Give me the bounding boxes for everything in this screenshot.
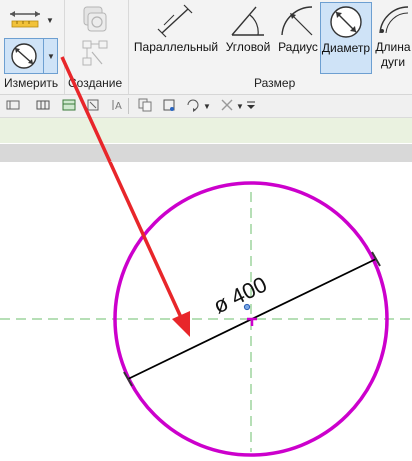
arc-length-dimension-icon — [379, 6, 409, 34]
measure-split-divider — [43, 39, 44, 73]
chevron-down-icon: ▼ — [46, 16, 54, 25]
create-panel-label: Создание — [68, 76, 123, 90]
arc-length-label-line2: дуги — [380, 55, 406, 69]
toolbar-divider — [128, 98, 129, 114]
align-icon[interactable] — [6, 98, 20, 112]
create-component-button[interactable] — [80, 38, 114, 72]
text-icon[interactable]: A — [110, 98, 124, 112]
tag-icon[interactable] — [86, 98, 100, 112]
table-icon[interactable] — [62, 98, 76, 112]
radial-dimension-button[interactable]: Радиус — [276, 0, 320, 74]
create-similar-button[interactable] — [78, 4, 112, 34]
chevron-down-icon[interactable]: ▼ — [47, 52, 55, 61]
diameter-dimension-label: Диаметр — [321, 41, 371, 55]
options-bar — [0, 118, 412, 143]
quick-toolbar: A ▼ ▼ — [0, 95, 412, 118]
arc-length-label-line1: Длина — [375, 40, 411, 54]
chevron-down-icon[interactable]: ▼ — [203, 102, 211, 111]
view-tab-strip — [0, 144, 412, 162]
dimension-panel-label: Размер — [254, 76, 296, 90]
angular-dimension-icon — [231, 6, 264, 36]
diameter-dimension-icon — [330, 6, 362, 38]
aligned-dimension-icon — [157, 4, 193, 38]
aligned-dimension-label: Параллельный — [133, 40, 219, 54]
diameter-dimension-button[interactable]: Диаметр — [320, 2, 372, 74]
aligned-dimension-button[interactable]: Параллельный — [132, 0, 220, 74]
measure-circle-icon — [11, 43, 37, 69]
arc-length-dimension-button[interactable]: Длина дуги — [374, 0, 412, 74]
ribbon: ▼ ▼ Измерить Создание Параллельный Углов… — [0, 0, 412, 95]
angular-dimension-button[interactable]: Угловой — [222, 0, 274, 74]
measure-circle-button[interactable]: ▼ — [4, 38, 58, 74]
radial-dimension-icon — [281, 6, 313, 36]
rotate-icon[interactable] — [186, 98, 200, 112]
measure-panel-label: Измерить — [4, 76, 59, 90]
annotation-arrow-line — [108, 162, 186, 325]
panel-divider — [64, 0, 65, 94]
center-mark-icon — [247, 317, 257, 326]
delete-icon[interactable] — [220, 98, 234, 112]
radial-dimension-label: Радиус — [278, 40, 318, 54]
customize-toolbar-icon[interactable] — [244, 98, 258, 112]
chevron-down-icon[interactable]: ▼ — [236, 102, 244, 111]
drawing-canvas[interactable]: ø 400 — [0, 162, 412, 461]
measure-ruler-icon — [10, 11, 40, 28]
create-similar-icon — [83, 6, 107, 32]
panel-divider — [128, 0, 129, 94]
diameter-dimension-text[interactable]: ø 400 — [209, 272, 271, 319]
paste-icon[interactable] — [162, 98, 176, 112]
create-component-icon — [82, 40, 108, 66]
grid-icon[interactable] — [36, 98, 50, 112]
measure-between-button[interactable]: ▼ — [6, 6, 54, 32]
angular-dimension-label: Угловой — [225, 40, 271, 54]
svg-text:A: A — [115, 101, 122, 112]
copy-icon[interactable] — [138, 98, 152, 112]
